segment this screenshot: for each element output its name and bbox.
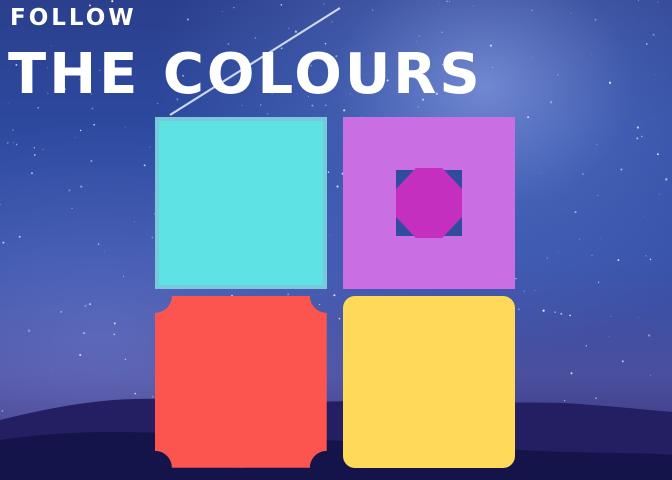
game-title: THE COLOURS [8,42,483,107]
subtitle-follow: FOLLOW [10,5,137,31]
cyan-tile[interactable] [155,117,327,289]
purple-tile[interactable] [343,117,515,289]
red-tile[interactable] [155,296,327,468]
yellow-tile[interactable] [343,296,515,468]
